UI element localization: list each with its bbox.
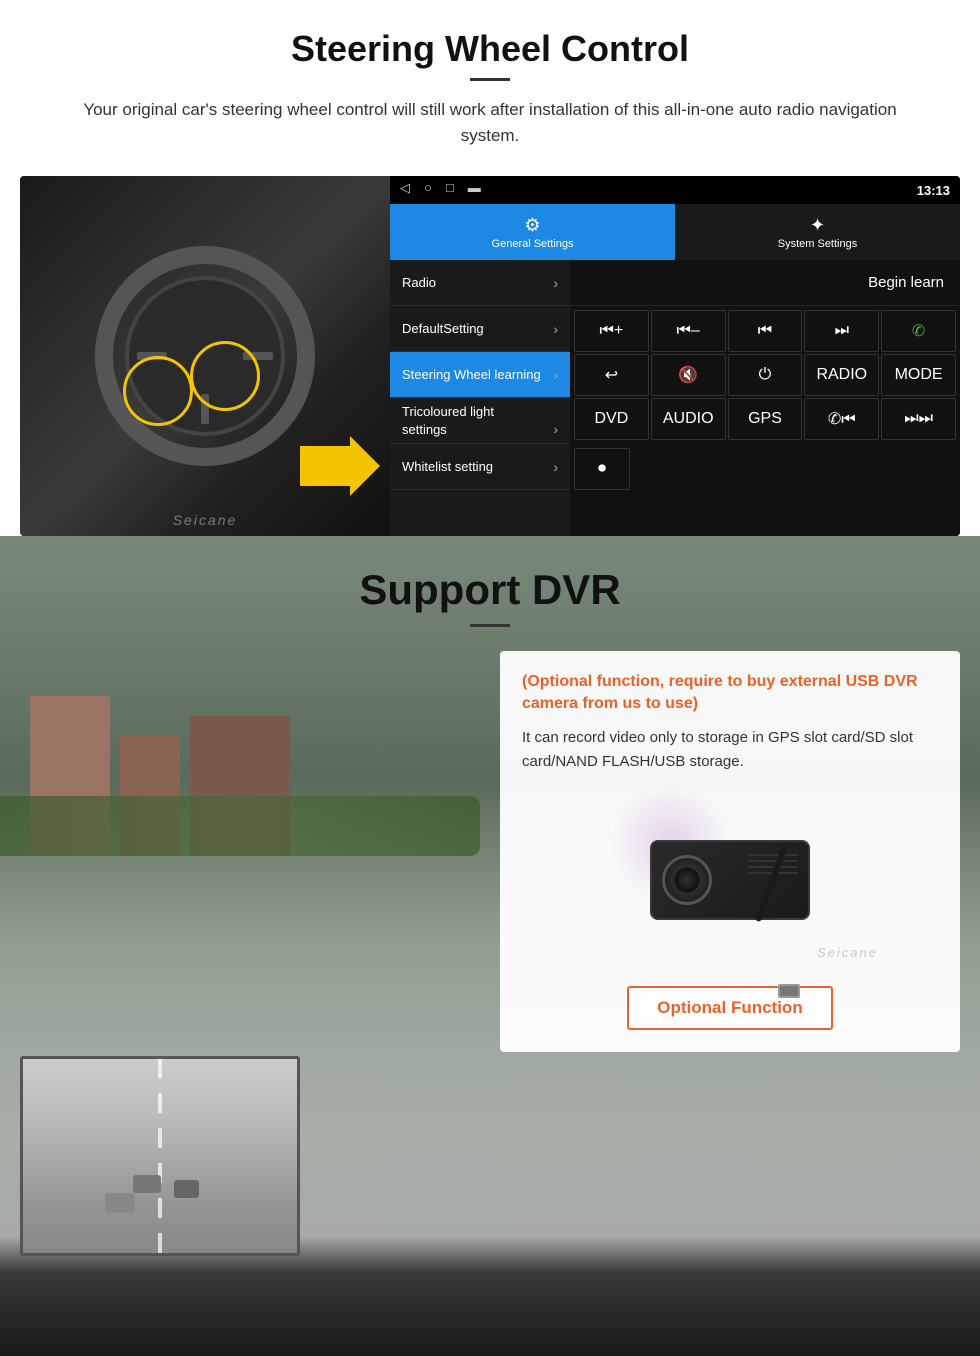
steering-section-header: Steering Wheel Control Your original car… bbox=[0, 0, 980, 158]
dvr-info-box: (Optional function, require to buy exter… bbox=[500, 651, 960, 1052]
tricoloured-label: Tricoloured light bbox=[402, 404, 494, 419]
ctrl-radio[interactable]: RADIO bbox=[804, 354, 879, 396]
direction-arrow-icon bbox=[300, 436, 380, 496]
menu-item-default-setting[interactable]: DefaultSetting › bbox=[390, 306, 570, 352]
road-center-line bbox=[158, 1059, 162, 1253]
dvr-camera-illustration: Seicane bbox=[522, 790, 938, 970]
ctrl-back[interactable]: ↩ bbox=[574, 354, 649, 396]
dvr-header: Support DVR bbox=[0, 536, 980, 642]
ctrl-audio[interactable]: AUDIO bbox=[651, 398, 726, 440]
dvr-screen-inset bbox=[20, 1056, 300, 1256]
menu-item-radio[interactable]: Radio › bbox=[390, 260, 570, 306]
highlight-circle-left bbox=[123, 356, 193, 426]
menu-icon[interactable]: ▬ bbox=[468, 180, 481, 196]
dvr-title-divider bbox=[470, 624, 510, 627]
title-divider bbox=[470, 78, 510, 81]
chevron-icon: › bbox=[553, 321, 558, 337]
menu-item-tricoloured[interactable]: Tricoloured light settings › bbox=[390, 398, 570, 444]
steering-title: Steering Wheel Control bbox=[60, 28, 920, 70]
dvr-screen-road bbox=[23, 1059, 297, 1253]
steering-wheel bbox=[95, 246, 315, 466]
tab-system-settings[interactable]: ✦ System Settings bbox=[675, 204, 960, 260]
left-menu: Radio › DefaultSetting › Steering Wheel … bbox=[390, 260, 570, 536]
menu-item-steering-wheel[interactable]: Steering Wheel learning › bbox=[390, 352, 570, 398]
settings-tabs: ⚙ General Settings ✦ System Settings bbox=[390, 204, 960, 260]
general-settings-label: General Settings bbox=[492, 238, 574, 250]
status-bar: ◁ ○ □ ▬ 13:13 bbox=[390, 176, 960, 204]
gear-icon: ⚙ bbox=[524, 215, 540, 236]
chevron-icon: › bbox=[553, 367, 558, 383]
right-controls: Begin learn ⏮+ ⏮– ⏮ ⏭ ✆ ↩ 🔇 ⏻ RADIO MODE bbox=[570, 260, 960, 536]
camera-lens bbox=[662, 855, 712, 905]
nav-icons: ◁ ○ □ ▬ bbox=[400, 180, 481, 196]
tab-general-settings[interactable]: ⚙ General Settings bbox=[390, 204, 675, 260]
ctrl-power[interactable]: ⏻ bbox=[728, 354, 803, 396]
watermark-left: Seicane bbox=[173, 512, 238, 528]
dvr-title: Support DVR bbox=[0, 566, 980, 614]
controls-button-grid: ⏮+ ⏮– ⏮ ⏭ ✆ ↩ 🔇 ⏻ RADIO MODE DVD AUDIO G… bbox=[570, 306, 960, 444]
car-shape-2 bbox=[174, 1180, 199, 1198]
back-icon[interactable]: ◁ bbox=[400, 180, 410, 196]
steering-wheel-label: Steering Wheel learning bbox=[402, 367, 541, 382]
ctrl-vol-up[interactable]: ⏮+ bbox=[574, 310, 649, 352]
radio-label: Radio bbox=[402, 275, 436, 290]
hedge-row bbox=[0, 796, 480, 856]
camera-assembly bbox=[650, 840, 810, 920]
ctrl-phone-prev[interactable]: ✆⏮ bbox=[804, 398, 879, 440]
ctrl-extra[interactable]: ⏺ bbox=[574, 448, 630, 490]
dvr-description-text: It can record video only to storage in G… bbox=[522, 726, 938, 774]
default-setting-label: DefaultSetting bbox=[402, 321, 484, 336]
arrow-overlay bbox=[300, 436, 380, 496]
tricoloured-sublabel: settings bbox=[402, 422, 447, 437]
begin-learn-button[interactable]: Begin learn bbox=[868, 274, 944, 291]
whitelist-label: Whitelist setting bbox=[402, 459, 493, 474]
chevron-icon: › bbox=[553, 275, 558, 291]
android-ui: ◁ ○ □ ▬ 13:13 ⚙ General Settings ✦ Syste… bbox=[390, 176, 960, 536]
car-shape-3 bbox=[133, 1175, 161, 1193]
watermark-dvr: Seicane bbox=[817, 945, 878, 960]
optional-function-button[interactable]: Optional Function bbox=[627, 986, 832, 1030]
status-time: 13:13 bbox=[917, 183, 950, 198]
ctrl-prev[interactable]: ⏮ bbox=[728, 310, 803, 352]
ctrl-mute[interactable]: 🔇 bbox=[651, 354, 726, 396]
begin-learn-row: Begin learn bbox=[570, 260, 960, 306]
ctrl-phone-next[interactable]: ⏭⏭ bbox=[881, 398, 956, 440]
car-shape-1 bbox=[105, 1193, 135, 1213]
optional-notice-text: (Optional function, require to buy exter… bbox=[522, 671, 938, 716]
steering-ui-area: Seicane ◁ ○ □ ▬ 13:13 ⚙ General Settings… bbox=[20, 176, 960, 536]
ctrl-dvd[interactable]: DVD bbox=[574, 398, 649, 440]
menu-controls-area: Radio › DefaultSetting › Steering Wheel … bbox=[390, 260, 960, 536]
system-settings-label: System Settings bbox=[778, 238, 857, 250]
ctrl-mode[interactable]: MODE bbox=[881, 354, 956, 396]
chevron-icon: › bbox=[553, 421, 558, 437]
system-icon: ✦ bbox=[810, 215, 825, 236]
usb-connector bbox=[778, 984, 800, 998]
recents-icon[interactable]: □ bbox=[446, 180, 454, 196]
steering-photo: Seicane bbox=[20, 176, 390, 536]
ctrl-vol-down[interactable]: ⏮– bbox=[651, 310, 726, 352]
menu-item-whitelist[interactable]: Whitelist setting › bbox=[390, 444, 570, 490]
ctrl-next[interactable]: ⏭ bbox=[804, 310, 879, 352]
steering-description: Your original car's steering wheel contr… bbox=[60, 97, 920, 148]
home-icon[interactable]: ○ bbox=[424, 180, 432, 196]
camera-body bbox=[650, 840, 810, 920]
dvr-section: Support DVR (Optional function, require … bbox=[0, 536, 980, 1356]
chevron-icon: › bbox=[553, 459, 558, 475]
highlight-circle-right bbox=[190, 341, 260, 411]
ctrl-phone[interactable]: ✆ bbox=[881, 310, 956, 352]
ctrl-gps[interactable]: GPS bbox=[728, 398, 803, 440]
